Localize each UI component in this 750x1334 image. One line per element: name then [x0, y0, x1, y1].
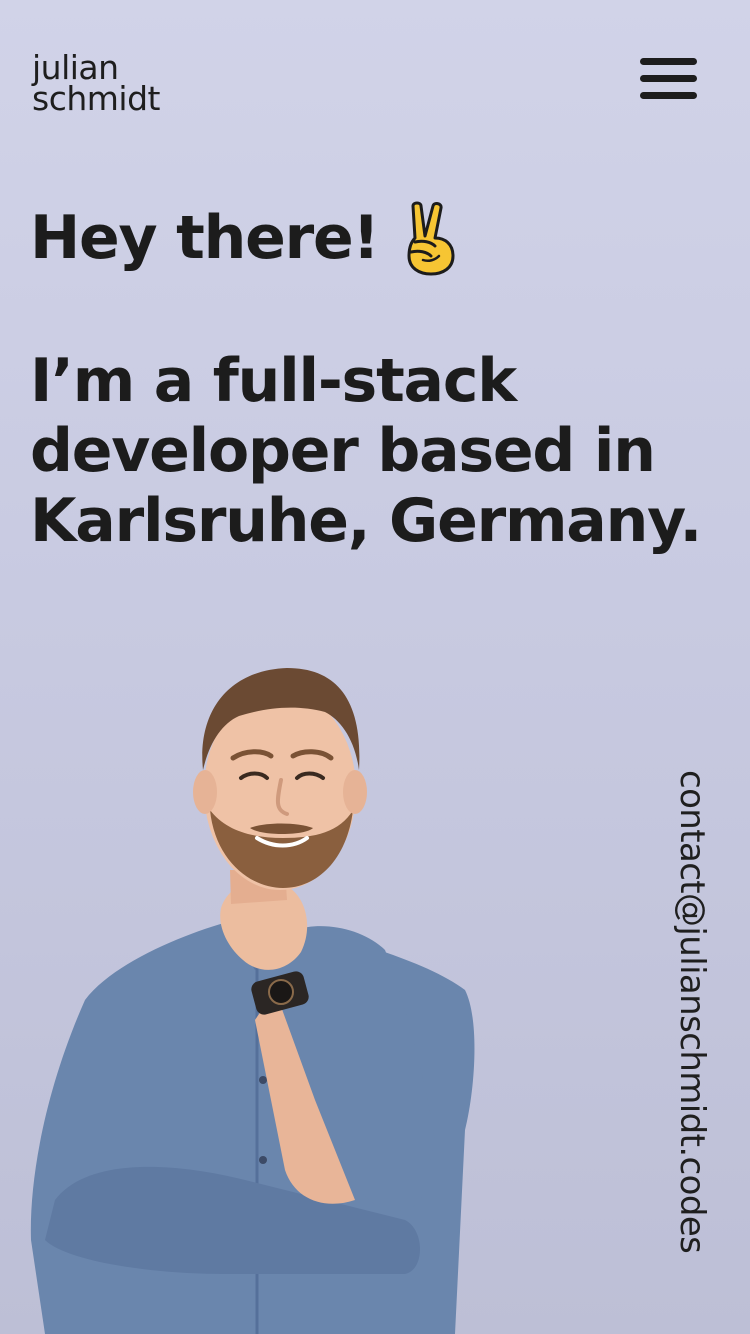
greeting-text: Hey there! [30, 203, 380, 273]
contact-email-link[interactable]: contact@julianschmidt.codes [672, 770, 712, 1310]
victory-hand-icon [407, 201, 455, 276]
intro-line-2: developer based in [30, 416, 656, 486]
hamburger-menu-icon[interactable] [640, 58, 697, 102]
intro-line-1: I’m a full-stack [30, 346, 517, 416]
greeting: Hey there! [30, 200, 730, 276]
menu-bar-top [640, 58, 697, 65]
menu-bar-middle [640, 75, 697, 82]
menu-bar-bottom [640, 92, 697, 99]
hero-headline: Hey there! I’m a full-stack developer ba… [30, 200, 730, 556]
intro-text: I’m a full-stack developer based in Karl… [30, 346, 730, 556]
intro-line-3: Karlsruhe, Germany. [30, 486, 702, 556]
site-logo[interactable]: julian schmidt [32, 51, 160, 118]
portrait-photo [30, 668, 475, 1334]
logo-line-last-name: schmidt [32, 79, 160, 118]
